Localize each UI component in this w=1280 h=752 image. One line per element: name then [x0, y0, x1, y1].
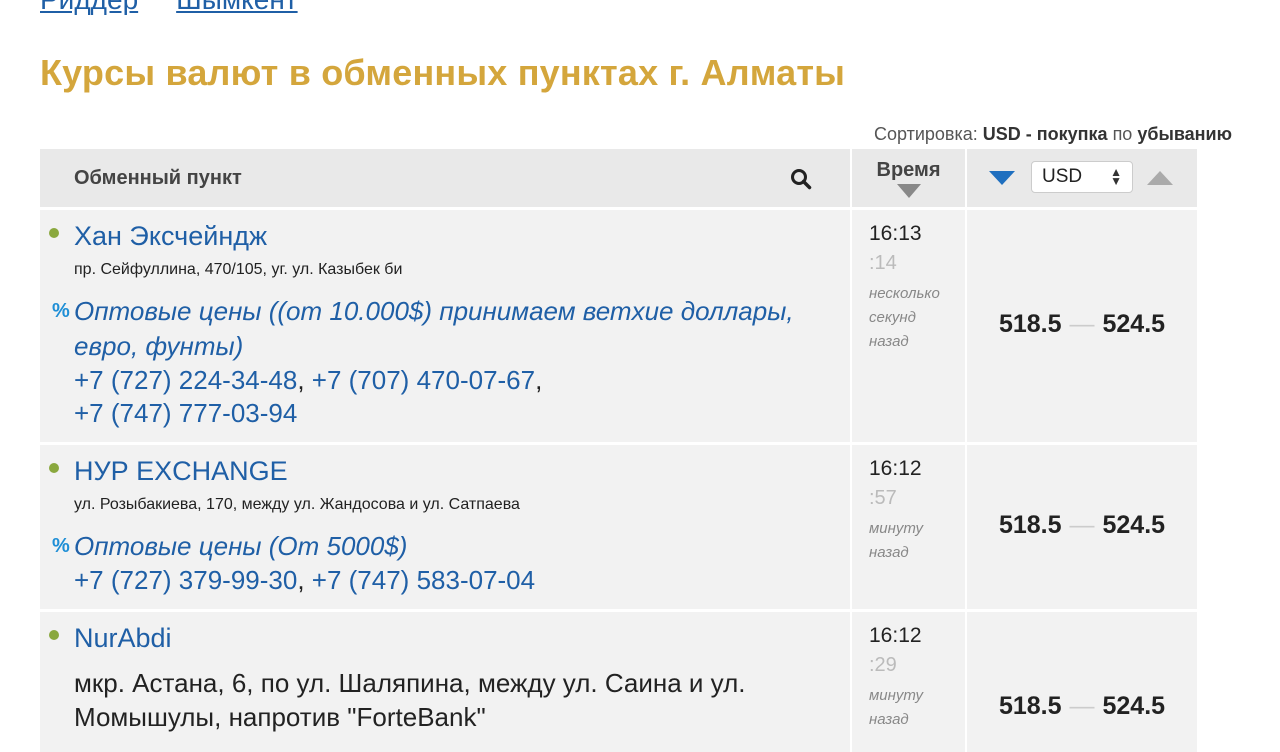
update-seconds: :57: [869, 487, 897, 509]
exchange-address: пр. Сейфуллина, 470/105, уг. ул. Казыбек…: [74, 261, 403, 278]
exchange-name-link[interactable]: НУР EXCHANGE: [74, 445, 850, 487]
status-dot-icon: [49, 463, 59, 473]
sell-rate: 524.5: [1102, 511, 1166, 539]
currency-select[interactable]: USD ▲ ▼: [1031, 161, 1133, 193]
phone-link[interactable]: +7 (707) 470-07-67: [312, 365, 535, 395]
triangle-up-icon[interactable]: [1147, 171, 1173, 185]
rates-table: Обменный пункт Время USD ▲ ▼ Хан Эксчейнд…: [40, 149, 1197, 752]
page-title: Курсы валют в обменных пунктах г. Алматы: [40, 52, 846, 93]
table-row: Хан Эксчейндж пр. Сейфуллина, 470/105, у…: [40, 210, 1197, 442]
buy-rate: 518.5: [998, 511, 1062, 539]
search-icon[interactable]: [790, 168, 812, 190]
update-seconds: :14: [869, 252, 897, 274]
city-links: Риддер Шымкент: [40, 0, 298, 14]
table-row: NurAbdi мкр. Астана, 6, по ул. Шаляпина,…: [40, 612, 1197, 752]
header-exchange-point: Обменный пункт: [40, 149, 850, 207]
status-dot-icon: [49, 228, 59, 238]
sort-direction[interactable]: убыванию: [1137, 124, 1232, 144]
sort-time-icon: [896, 184, 921, 198]
triangle-down-icon[interactable]: [989, 171, 1015, 185]
exchange-promo: % Оптовые цены (От 5000$): [52, 529, 850, 564]
sort-field[interactable]: USD - покупка: [983, 124, 1108, 144]
time-cell: 16:13 :14 несколько секунд назад: [852, 210, 965, 442]
select-arrows-icon: ▲ ▼: [1110, 165, 1122, 188]
currency-select-value: USD: [1042, 166, 1083, 187]
buy-rate: 518.5: [998, 310, 1062, 338]
phone-link[interactable]: +7 (727) 224-34-48: [74, 365, 297, 395]
city-link-shymkent[interactable]: Шымкент: [176, 0, 297, 14]
promo-text: Оптовые цены (От 5000$): [74, 531, 408, 561]
city-link-ridder[interactable]: Риддер: [40, 0, 138, 14]
exchange-phones: +7 (727) 224-34-48, +7 (707) 470-07-67, …: [74, 365, 543, 428]
sort-by: по: [1112, 124, 1133, 144]
table-header: Обменный пункт Время USD ▲ ▼: [40, 149, 1197, 207]
percent-icon: %: [52, 535, 70, 557]
rate-value: 518.5—524.5: [998, 692, 1166, 720]
exchange-point-cell: НУР EXCHANGE ул. Розыбакиева, 170, между…: [40, 445, 850, 609]
update-seconds: :29: [869, 654, 897, 676]
update-ago: несколько секунд назад: [869, 285, 940, 350]
promo-text: Оптовые цены ((от 10.000$) принимаем вет…: [74, 296, 794, 361]
header-currency: USD ▲ ▼: [967, 149, 1197, 207]
exchange-point-cell: Хан Эксчейндж пр. Сейфуллина, 470/105, у…: [40, 210, 850, 442]
buy-rate: 518.5: [998, 692, 1062, 720]
phone-link[interactable]: +7 (727) 379-99-30: [74, 565, 297, 595]
rate-value: 518.5—524.5: [998, 310, 1166, 338]
time-cell: 16:12 :29 минуту назад: [852, 612, 965, 752]
update-ago: минуту назад: [869, 687, 924, 728]
update-time: 16:12: [869, 457, 922, 480]
phone-link[interactable]: +7 (747) 583-07-04: [312, 565, 535, 595]
header-point-label: Обменный пункт: [74, 166, 242, 189]
sort-info: Сортировка: USD - покупка по убыванию: [874, 124, 1232, 145]
exchange-name-link[interactable]: NurAbdi: [74, 612, 850, 654]
phone-link[interactable]: +7 (747) 777-03-94: [74, 398, 297, 428]
rate-cell: 518.5—524.5: [967, 445, 1197, 609]
time-cell: 16:12 :57 минуту назад: [852, 445, 965, 609]
status-dot-icon: [49, 630, 59, 640]
sort-label: Сортировка:: [873, 124, 978, 144]
exchange-phones: +7 (727) 379-99-30, +7 (747) 583-07-04: [74, 565, 536, 595]
header-time[interactable]: Время: [852, 149, 965, 207]
exchange-address: ул. Розыбакиева, 170, между ул. Жандосов…: [74, 496, 520, 513]
update-ago: минуту назад: [869, 520, 924, 561]
update-time: 16:13: [869, 222, 922, 245]
rate-value: 518.5—524.5: [998, 511, 1166, 539]
sell-rate: 524.5: [1102, 310, 1166, 338]
percent-icon: %: [52, 300, 70, 322]
header-time-label: Время: [876, 159, 941, 181]
sell-rate: 524.5: [1102, 692, 1166, 720]
exchange-address: мкр. Астана, 6, по ул. Шаляпина, между у…: [74, 668, 746, 732]
table-row: НУР EXCHANGE ул. Розыбакиева, 170, между…: [40, 445, 1197, 609]
rate-cell: 518.5—524.5: [967, 210, 1197, 442]
rate-cell: 518.5—524.5: [967, 612, 1197, 752]
exchange-name-link[interactable]: Хан Эксчейндж: [74, 210, 850, 252]
exchange-point-cell: NurAbdi мкр. Астана, 6, по ул. Шаляпина,…: [40, 612, 850, 752]
update-time: 16:12: [869, 624, 922, 647]
exchange-promo: % Оптовые цены ((от 10.000$) принимаем в…: [52, 294, 850, 364]
